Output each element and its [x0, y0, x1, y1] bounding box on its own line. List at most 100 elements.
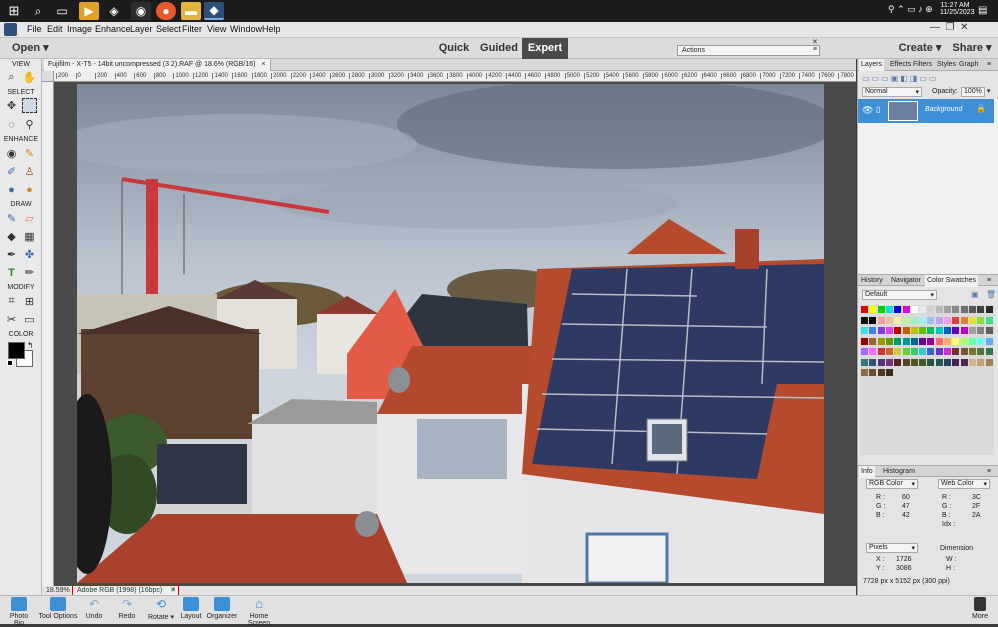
color-swatch[interactable] — [944, 316, 951, 324]
color-swatch[interactable] — [985, 306, 993, 313]
mode-quick[interactable]: Quick — [436, 38, 472, 59]
color-swatch[interactable] — [902, 306, 910, 313]
home-screen-button[interactable]: ⌂ Home Screen — [239, 597, 279, 627]
color-swatch[interactable] — [985, 327, 993, 334]
content-aware-move-icon[interactable]: ✂ — [4, 312, 19, 327]
menu-view[interactable]: View — [207, 24, 226, 34]
color-swatch[interactable] — [935, 348, 943, 355]
eyedropper-tool-icon[interactable]: ✒ — [4, 247, 19, 262]
color-swatch[interactable] — [877, 369, 885, 376]
color-swatch[interactable] — [902, 327, 910, 334]
color-swatch[interactable] — [869, 348, 877, 355]
document-tab[interactable]: Fujifilm - X-T5 - 14bit uncompressed (3 … — [44, 59, 271, 71]
blur-tool-icon[interactable]: ● — [4, 182, 19, 197]
color-swatch[interactable] — [952, 306, 960, 313]
menu-image[interactable]: Image — [67, 24, 92, 34]
color-swatch[interactable] — [985, 337, 993, 345]
color-swatch[interactable] — [869, 316, 877, 324]
color-swatch[interactable] — [927, 306, 935, 313]
color-swatch[interactable] — [968, 358, 976, 366]
paint-bucket-icon[interactable]: ◆ — [4, 229, 19, 244]
color-swatch[interactable] — [968, 316, 976, 324]
color-swatch[interactable] — [861, 358, 868, 366]
tab-styles[interactable]: Styles — [935, 59, 958, 71]
color-swatch[interactable] — [919, 327, 927, 334]
panel-menu-icon[interactable]: ≡ — [985, 466, 993, 478]
color-swatch[interactable] — [894, 327, 902, 334]
swatch-grid[interactable] — [860, 305, 994, 455]
mode-expert[interactable]: Expert — [522, 38, 568, 59]
color-swatch[interactable] — [869, 327, 877, 334]
tray-icons[interactable]: ⚲ ⌃ ▭ ♪ ⊕ — [888, 4, 933, 15]
zoom-level[interactable]: 18.59% — [46, 587, 70, 594]
tab-color-swatches[interactable]: Color Swatches — [925, 275, 979, 287]
layout-button[interactable]: Layout — [178, 597, 204, 620]
tab-effects[interactable]: Effects — [888, 59, 913, 71]
color-swatch[interactable] — [877, 327, 885, 334]
smart-brush-icon[interactable]: ✐ — [4, 164, 19, 179]
pencil-tool-icon[interactable]: ✏ — [22, 265, 37, 280]
color-swatch[interactable] — [935, 337, 943, 345]
new-swatch-icon[interactable]: ▣ — [971, 290, 979, 299]
color-swatch[interactable] — [877, 337, 885, 345]
color-swatch[interactable] — [894, 337, 902, 345]
color-swatch[interactable] — [919, 348, 927, 355]
color-swatch[interactable] — [885, 327, 893, 334]
more-button[interactable]: More — [968, 597, 992, 620]
color-swatch[interactable] — [944, 358, 951, 366]
menu-file[interactable]: File — [27, 24, 42, 34]
color-swatch[interactable] — [869, 358, 877, 366]
photo-canvas[interactable] — [77, 84, 824, 583]
color-swatch[interactable] — [944, 306, 951, 313]
color-swatch[interactable] — [968, 337, 976, 345]
actions-close-icon[interactable]: ✕ — [812, 38, 818, 46]
tab-info[interactable]: Info — [859, 466, 875, 478]
visibility-eye-icon[interactable]: 👁 — [862, 105, 873, 116]
redo-button[interactable]: ↷ Redo — [115, 597, 139, 620]
app-icon[interactable]: ◉ — [131, 2, 151, 20]
type-tool-icon[interactable]: T — [4, 265, 19, 280]
menu-edit[interactable]: Edit — [47, 24, 63, 34]
color-swatch[interactable] — [952, 348, 960, 355]
tab-graphics[interactable]: Graphics — [957, 59, 979, 71]
menu-layer[interactable]: Layer — [130, 24, 153, 34]
hand-tool-icon[interactable]: ✋ — [22, 70, 37, 85]
color-swatch[interactable] — [877, 358, 885, 366]
layer-row-background[interactable]: 👁 ▯ Background 🔒 — [858, 99, 994, 123]
color-swatch[interactable] — [902, 348, 910, 355]
recompose-tool-icon[interactable]: ⊞ — [22, 294, 37, 309]
color-swatch[interactable] — [861, 348, 868, 355]
delete-swatch-icon[interactable]: 🗑 — [986, 290, 996, 299]
color-swatch[interactable] — [910, 306, 918, 313]
color-swatch[interactable] — [944, 327, 951, 334]
color-swatch[interactable] — [894, 358, 902, 366]
color-swatch[interactable] — [968, 306, 976, 313]
color-swatch[interactable] — [919, 358, 927, 366]
color-swatch[interactable] — [952, 316, 960, 324]
color-swatch[interactable] — [910, 358, 918, 366]
menu-help[interactable]: Help — [262, 24, 281, 34]
close-tab-icon[interactable]: × — [261, 61, 265, 68]
blend-mode-select[interactable]: Normal ▾ — [862, 87, 922, 97]
color-swatch[interactable] — [885, 358, 893, 366]
swap-colors-icon[interactable]: ↰ — [27, 341, 34, 350]
opacity-chevron-icon[interactable]: ▾ — [987, 87, 991, 95]
crop-tool-icon[interactable]: ⌗ — [4, 294, 19, 309]
sponge-tool-icon[interactable]: ● — [22, 182, 37, 197]
firefox-icon[interactable]: ● — [156, 2, 176, 20]
window-controls[interactable]: — ❐ ✕ — [930, 22, 968, 33]
color-swatch[interactable] — [968, 348, 976, 355]
color-swatch[interactable] — [910, 337, 918, 345]
color-swatch[interactable] — [885, 348, 893, 355]
layer-lock-icon[interactable]: 🔒 — [976, 104, 986, 113]
color-swatch[interactable] — [960, 348, 968, 355]
color-swatch[interactable] — [919, 316, 927, 324]
color-swatch[interactable] — [952, 358, 960, 366]
undo-button[interactable]: ↶ Undo — [82, 597, 106, 620]
color-swatch[interactable] — [985, 348, 993, 355]
opacity-input[interactable]: 100% — [961, 87, 985, 97]
panel-menu-icon[interactable]: ≡ — [985, 59, 993, 71]
move-tool-icon[interactable]: ✥ — [4, 98, 19, 113]
status-close-icon[interactable]: ✕ — [170, 586, 176, 594]
color-swatch[interactable] — [885, 337, 893, 345]
